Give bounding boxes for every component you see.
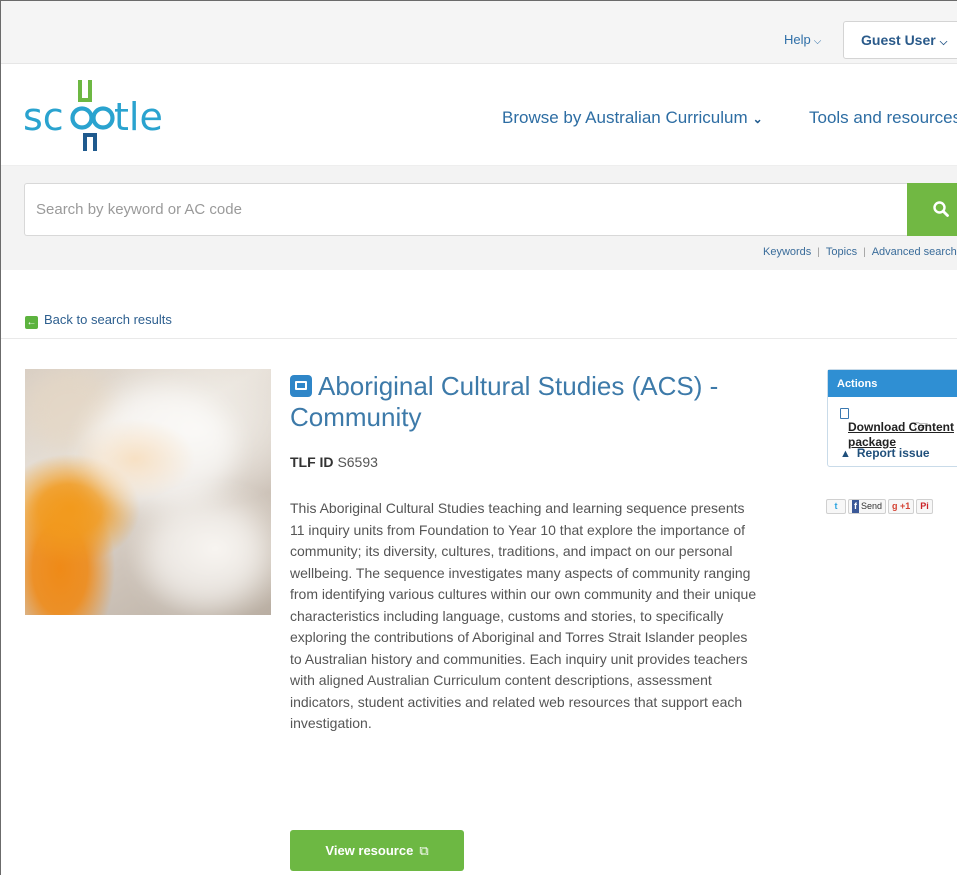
resource-thumbnail [25, 369, 271, 615]
back-to-results-link[interactable]: ← Back to search results [25, 312, 172, 329]
pinterest-button[interactable]: Pi [916, 499, 933, 514]
google-plus-button[interactable]: g +1 [888, 499, 915, 514]
interactive-resource-icon [290, 375, 312, 397]
warning-icon: ▲ [840, 448, 851, 460]
nav-tools-label: Tools and resources [809, 108, 957, 127]
svg-text:tle: tle [114, 95, 163, 139]
chevron-down-icon: ⌄ [752, 112, 763, 126]
actions-heading: Actions [828, 370, 957, 397]
user-label: Guest User [861, 32, 936, 48]
social-share-bar: t f Send g +1 Pi [826, 499, 935, 514]
view-resource-button[interactable]: View resource ⧉ [290, 830, 464, 871]
twitter-share-button[interactable]: t [826, 499, 846, 514]
tlf-id: TLF ID S6593 [290, 454, 378, 470]
pinterest-label: Pi [920, 501, 929, 511]
facebook-icon: f [852, 500, 859, 513]
search-button[interactable] [907, 183, 957, 236]
chevron-down-icon: ⌵ [813, 36, 822, 47]
actions-panel: Actions Download Content package ▲ Report… [827, 369, 957, 467]
facebook-send-button[interactable]: f Send [848, 499, 887, 514]
help-menu[interactable]: Help ⌵ [784, 32, 821, 47]
search-icon [933, 201, 949, 217]
tlf-id-label: TLF ID [290, 454, 334, 470]
report-label: Report issue [856, 446, 930, 460]
hand-cursor-icon: ☞ [913, 417, 930, 437]
nav-browse-label: Browse by Australian Curriculum [502, 108, 748, 127]
nav-browse-curriculum[interactable]: Browse by Australian Curriculum ⌄ [502, 108, 763, 128]
resource-title: Aboriginal Cultural Studies (ACS) - Comm… [290, 371, 770, 433]
scootle-logo[interactable]: sc tle [23, 78, 163, 158]
external-link-icon: ⧉ [419, 842, 429, 858]
search-band: Keywords | Topics | Advanced search [1, 166, 957, 270]
download-content-package-link[interactable]: Download Content package [840, 406, 957, 450]
view-resource-label: View resource [325, 842, 414, 858]
keywords-link[interactable]: Keywords [763, 246, 811, 258]
back-label: Back to search results [44, 312, 172, 327]
utility-bar: Help ⌵ Guest User ⌵ [1, 1, 957, 64]
topics-link[interactable]: Topics [826, 246, 857, 258]
resource-title-text: Aboriginal Cultural Studies (ACS) - Comm… [290, 371, 719, 432]
chevron-down-icon: ⌵ [939, 37, 948, 48]
tlf-id-value: S6593 [337, 454, 378, 470]
separator: | [817, 247, 820, 258]
svg-text:sc: sc [23, 95, 64, 139]
nav-tools-resources[interactable]: Tools and resources [809, 108, 957, 128]
facebook-send-label: Send [861, 501, 883, 511]
help-label: Help [784, 32, 811, 47]
twitter-icon: t [834, 501, 838, 511]
document-icon [840, 408, 849, 419]
separator: | [863, 247, 866, 258]
browser-viewport: Help ⌵ Guest User ⌵ sc tle Browse by Austr… [0, 0, 957, 875]
back-arrow-icon: ← [25, 316, 38, 329]
report-issue-link[interactable]: ▲ Report issue [840, 446, 930, 460]
site-header: sc tle Browse by Australian Curriculum ⌄ … [1, 64, 957, 166]
back-row: ← Back to search results [1, 270, 957, 339]
google-plus-label: g +1 [892, 501, 911, 511]
advanced-search-link[interactable]: Advanced search [872, 246, 957, 258]
user-menu-button[interactable]: Guest User ⌵ [843, 21, 957, 59]
resource-description: This Aboriginal Cultural Studies teachin… [290, 500, 757, 731]
search-input[interactable] [24, 183, 914, 236]
search-links: Keywords | Topics | Advanced search [763, 246, 957, 258]
